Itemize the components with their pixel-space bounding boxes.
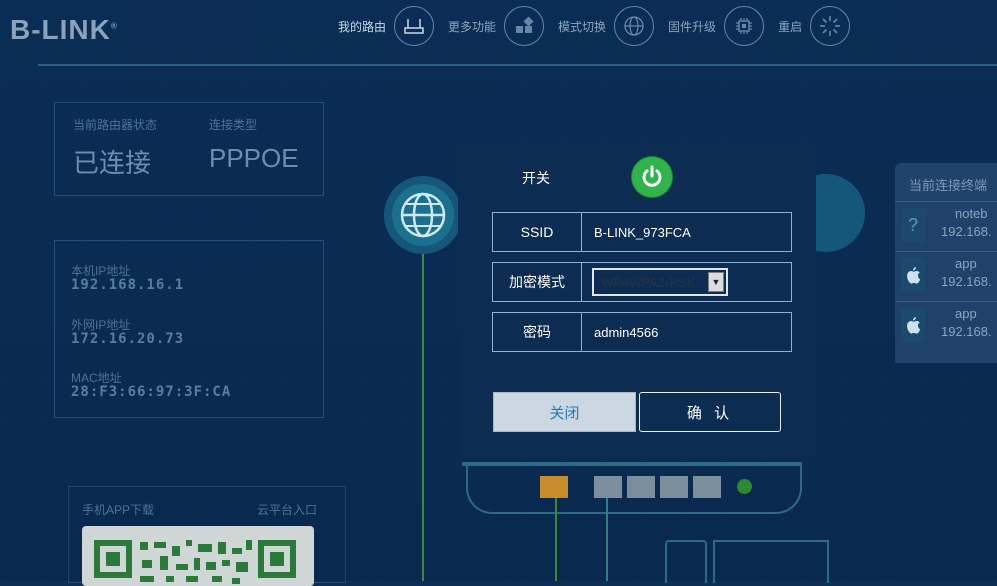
encryption-label: 加密模式 xyxy=(493,263,582,301)
encryption-select-value: WPAWPA2-PSK xyxy=(601,274,696,290)
router-state-value: 已连接 xyxy=(73,148,152,178)
client-name: app xyxy=(955,306,977,321)
nav-label: 更多功能 xyxy=(448,19,497,34)
header: B-LINK® 我的路由 更多功能 模式切换 固件升级 重启 xyxy=(0,0,997,66)
wan-connection-line xyxy=(422,254,424,581)
wan-ip-value: 172.16.20.73 xyxy=(71,331,185,347)
top-nav: 我的路由 更多功能 模式切换 固件升级 重启 xyxy=(338,6,864,46)
chip-icon xyxy=(724,6,765,46)
lan-port-icon xyxy=(660,476,688,498)
lan-port-icon xyxy=(594,476,622,498)
conn-type-label: 连接类型 xyxy=(209,118,258,132)
status-led xyxy=(737,479,752,494)
lan-port-icon xyxy=(627,476,655,498)
nav-label: 固件升级 xyxy=(668,19,717,34)
brand-logo: B-LINK® xyxy=(10,14,118,45)
lan-cable-line xyxy=(606,498,608,581)
globe-icon xyxy=(392,184,454,246)
client-ip: 192.168. xyxy=(941,324,992,339)
computer-device-icon xyxy=(713,540,829,583)
client-name: app xyxy=(955,256,977,271)
client-name: noteb xyxy=(955,206,988,221)
apple-icon xyxy=(901,308,925,342)
password-label: 密码 xyxy=(493,313,582,351)
encryption-row: 加密模式 WPAWPA2-PSK ▼ xyxy=(492,262,792,302)
password-input[interactable] xyxy=(592,323,776,341)
apple-icon xyxy=(901,258,925,292)
power-toggle-button[interactable] xyxy=(632,157,672,197)
cloud-entry-label[interactable]: 云平台入口 xyxy=(257,501,317,518)
header-divider xyxy=(38,64,997,66)
wifi-settings-dialog: 开关 SSID 加密模式 WPAWPA2-PSK ▼ 密码 关闭 确 认 xyxy=(458,140,816,456)
status-panel: 当前路由器状态 连接类型 已连接 PPPOE xyxy=(54,102,324,196)
conn-type-value: PPPOE xyxy=(209,143,299,173)
qr-code xyxy=(82,526,314,586)
encryption-select[interactable]: WPAWPA2-PSK ▼ xyxy=(592,268,728,296)
client-row[interactable]: app 192.168. xyxy=(895,251,997,298)
grid-icon xyxy=(504,6,545,46)
nav-my-router[interactable]: 我的路由 xyxy=(338,6,435,46)
phone-device-icon xyxy=(665,540,707,583)
clients-panel: 当前连接终端 ? noteb 192.168. app 192.168. app… xyxy=(895,163,997,363)
close-button[interactable]: 关闭 xyxy=(493,392,636,432)
power-icon xyxy=(642,165,662,187)
ssid-row: SSID xyxy=(492,212,792,252)
clients-title: 当前连接终端 xyxy=(909,178,988,193)
app-download-label: 手机APP下载 xyxy=(82,503,155,517)
router-state-label: 当前路由器状态 xyxy=(73,118,158,132)
network-panel: 本机IP地址 192.168.16.1 外网IP地址 172.16.20.73 … xyxy=(54,240,324,418)
nav-mode-switch[interactable]: 模式切换 xyxy=(558,6,655,46)
client-ip: 192.168. xyxy=(941,224,992,239)
local-ip-value: 192.168.16.1 xyxy=(71,277,185,293)
nav-restart[interactable]: 重启 xyxy=(778,6,851,46)
nav-label: 重启 xyxy=(778,19,803,34)
nav-more-features[interactable]: 更多功能 xyxy=(448,6,545,46)
internet-globe xyxy=(384,176,462,254)
client-row[interactable]: ? noteb 192.168. xyxy=(895,201,997,248)
ssid-input[interactable] xyxy=(592,223,776,241)
nav-label: 模式切换 xyxy=(558,19,607,34)
client-ip: 192.168. xyxy=(941,274,992,289)
nav-label: 我的路由 xyxy=(338,19,387,34)
confirm-button[interactable]: 确 认 xyxy=(639,392,781,432)
wan-port-icon xyxy=(540,476,568,498)
wan-cable-line xyxy=(555,498,557,581)
router-icon xyxy=(394,6,435,46)
globe-icon xyxy=(614,6,655,46)
unknown-device-icon: ? xyxy=(901,208,925,242)
nav-firmware-upgrade[interactable]: 固件升级 xyxy=(668,6,765,46)
mac-value: 28:F3:66:97:3F:CA xyxy=(71,384,232,400)
ssid-label: SSID xyxy=(493,213,582,251)
lan-port-icon xyxy=(693,476,721,498)
restart-icon xyxy=(810,6,851,46)
client-row[interactable]: app 192.168. xyxy=(895,301,997,348)
password-row: 密码 xyxy=(492,312,792,352)
switch-label: 开关 xyxy=(522,170,550,186)
chevron-down-icon: ▼ xyxy=(708,272,724,292)
